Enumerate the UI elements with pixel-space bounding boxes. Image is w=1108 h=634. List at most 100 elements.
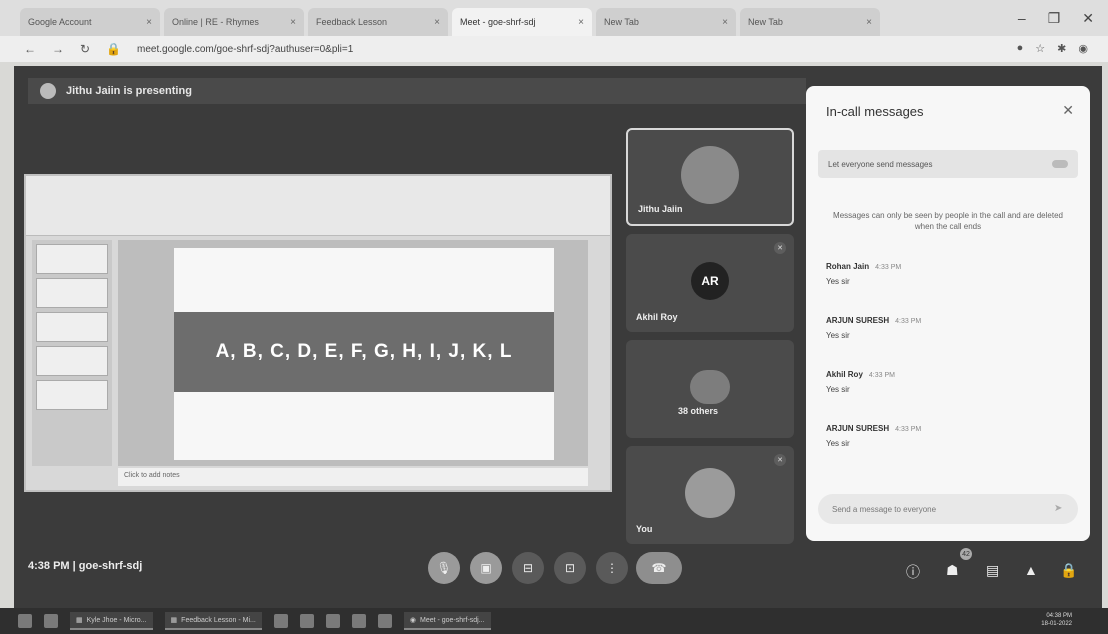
- tab-label: New Tab: [604, 17, 639, 27]
- message-text: Yes sir: [826, 385, 850, 394]
- participant-tile[interactable]: AR ✕ Akhil Roy: [626, 234, 794, 332]
- clock-date: 18-01-2022: [1041, 620, 1072, 627]
- close-icon[interactable]: ×: [290, 17, 296, 28]
- chat-message: ARJUN SURESH 4:33 PM Yes sir: [826, 316, 1066, 340]
- close-icon[interactable]: ✕: [1062, 102, 1074, 119]
- close-icon[interactable]: ×: [722, 17, 728, 28]
- more-vert-icon: ⋮: [606, 561, 618, 575]
- browser-tab[interactable]: Google Account ×: [20, 8, 160, 36]
- slide-thumbnail: [36, 312, 108, 342]
- url-field[interactable]: meet.google.com/goe-shrf-sdj?authuser=0&…: [137, 44, 353, 55]
- profile-icon[interactable]: ◉: [1078, 42, 1088, 55]
- leave-call-button[interactable]: ☎: [636, 552, 682, 584]
- message-sender: ARJUN SURESH: [826, 316, 890, 325]
- taskbar-app-label: Meet - goe-shrf-sdj...: [419, 616, 485, 624]
- close-icon[interactable]: ×: [866, 17, 872, 28]
- close-icon[interactable]: ×: [146, 17, 152, 28]
- mic-button[interactable]: 🎙: [428, 552, 460, 584]
- send-messages-toggle[interactable]: Let everyone send messages: [818, 150, 1078, 178]
- close-icon[interactable]: ×: [434, 17, 440, 28]
- system-clock[interactable]: 04:38 PM 18-01-2022: [1041, 613, 1072, 629]
- participant-tile[interactable]: ✕ You: [626, 446, 794, 544]
- participant-tile[interactable]: 38 others: [626, 340, 794, 438]
- taskbar-app[interactable]: ▦ Kyle Jhoe - Micro...: [70, 612, 153, 630]
- taskbar-app-label: Kyle Jhoe - Micro...: [86, 616, 147, 624]
- info-icon[interactable]: ⓘ: [906, 562, 920, 582]
- avatar: [685, 468, 735, 519]
- toggle-switch[interactable]: [1052, 160, 1068, 168]
- windows-taskbar: ▦ Kyle Jhoe - Micro... ▦ Feedback Lesson -…: [0, 608, 1108, 634]
- tab-label: Online | RE - Rhymes: [172, 17, 259, 27]
- captions-button[interactable]: ⊟: [512, 552, 544, 584]
- chat-title: In-call messages: [826, 104, 924, 119]
- more-options-button[interactable]: ⋮: [596, 552, 628, 584]
- toggle-label: Let everyone send messages: [828, 159, 933, 169]
- shared-screen: A, B, C, D, E, F, G, H, I, J, K, L Click…: [24, 174, 612, 492]
- slide-thumbnail: [36, 346, 108, 376]
- close-window-icon[interactable]: ✕: [1082, 10, 1094, 27]
- taskbar-app-label: Feedback Lesson - Mi...: [181, 616, 256, 624]
- slide-text: A, B, C, D, E, F, G, H, I, J, K, L: [174, 312, 554, 392]
- people-icon[interactable]: ☗: [946, 562, 959, 579]
- reload-icon[interactable]: ↻: [80, 42, 90, 56]
- participant-tile[interactable]: Jithu Jaiin: [626, 128, 794, 226]
- participant-name: You: [636, 524, 653, 534]
- mic-off-icon: ✕: [774, 454, 786, 466]
- people-count-badge: 42: [960, 548, 972, 560]
- avatar: [40, 83, 56, 99]
- browser-tab-strip: Google Account × Online | RE - Rhymes × Fe…: [0, 0, 1108, 36]
- presenting-text: Jithu Jaiin is presenting: [66, 85, 192, 97]
- camera-icon: ▣: [480, 561, 492, 575]
- chat-message: ARJUN SURESH 4:33 PM Yes sir: [826, 424, 1066, 448]
- message-time: 4:33 PM: [895, 318, 922, 325]
- chat-info-note: Messages can only be seen by people in t…: [833, 211, 1063, 232]
- slide-thumbnail: [36, 380, 108, 410]
- start-icon[interactable]: [18, 614, 32, 628]
- tab-label: Google Account: [28, 17, 92, 27]
- message-time: 4:33 PM: [875, 264, 902, 271]
- clock-time: 04:38 PM: [1046, 613, 1072, 619]
- bookmark-star-icon[interactable]: ☆: [1035, 42, 1045, 55]
- avatar: [681, 146, 739, 205]
- mic-icon: 🎙: [436, 561, 452, 575]
- maximize-icon[interactable]: ❐: [1048, 10, 1061, 27]
- chat-icon[interactable]: ▤: [986, 562, 999, 579]
- chat-input-placeholder: Send a message to everyone: [832, 504, 937, 514]
- slide-canvas: A, B, C, D, E, F, G, H, I, J, K, L: [118, 240, 588, 466]
- minimize-icon[interactable]: –: [1018, 10, 1026, 27]
- activities-icon[interactable]: ▲: [1024, 562, 1038, 578]
- tab-label: Feedback Lesson: [316, 17, 388, 27]
- browser-tab-active[interactable]: Meet - goe-shrf-sdj ×: [452, 8, 592, 36]
- chat-input[interactable]: Send a message to everyone ➤: [818, 494, 1078, 524]
- close-icon[interactable]: ×: [578, 17, 584, 28]
- send-icon[interactable]: ➤: [1054, 503, 1066, 515]
- chrome-icon: ◉: [409, 617, 416, 624]
- captions-icon: ⊟: [522, 561, 534, 575]
- tab-label: Meet - goe-shrf-sdj: [460, 17, 536, 27]
- chat-message: Rohan Jain 4:33 PM Yes sir: [826, 262, 1066, 286]
- extensions-icon[interactable]: ✱: [1057, 42, 1066, 55]
- file-explorer-icon[interactable]: [273, 614, 288, 628]
- present-button[interactable]: ⊡: [554, 552, 586, 584]
- powerpoint-ribbon: [26, 176, 610, 236]
- forward-icon[interactable]: →: [52, 42, 64, 56]
- search-icon[interactable]: [44, 614, 58, 628]
- camera-button[interactable]: ▣: [470, 552, 502, 584]
- message-time: 4:33 PM: [868, 372, 895, 379]
- mail-icon[interactable]: [325, 614, 340, 628]
- chrome-icon[interactable]: [377, 614, 392, 628]
- browser-tab[interactable]: Online | RE - Rhymes ×: [164, 8, 304, 36]
- taskbar-app[interactable]: ▦ Feedback Lesson - Mi...: [164, 612, 262, 630]
- message-sender: Rohan Jain: [826, 262, 870, 271]
- store-icon[interactable]: [299, 614, 314, 628]
- back-icon[interactable]: ←: [24, 42, 36, 56]
- host-controls-icon[interactable]: 🔒: [1060, 562, 1077, 579]
- participant-name: Jithu Jaiin: [638, 204, 683, 214]
- browser-tab[interactable]: New Tab ×: [596, 8, 736, 36]
- participant-name: Akhil Roy: [636, 312, 678, 322]
- camera-icon[interactable]: ●: [1017, 42, 1024, 55]
- taskbar-app[interactable]: ◉ Meet - goe-shrf-sdj...: [403, 612, 491, 630]
- browser-tab[interactable]: Feedback Lesson ×: [308, 8, 448, 36]
- edge-icon[interactable]: [351, 614, 366, 628]
- browser-tab[interactable]: New Tab ×: [740, 8, 880, 36]
